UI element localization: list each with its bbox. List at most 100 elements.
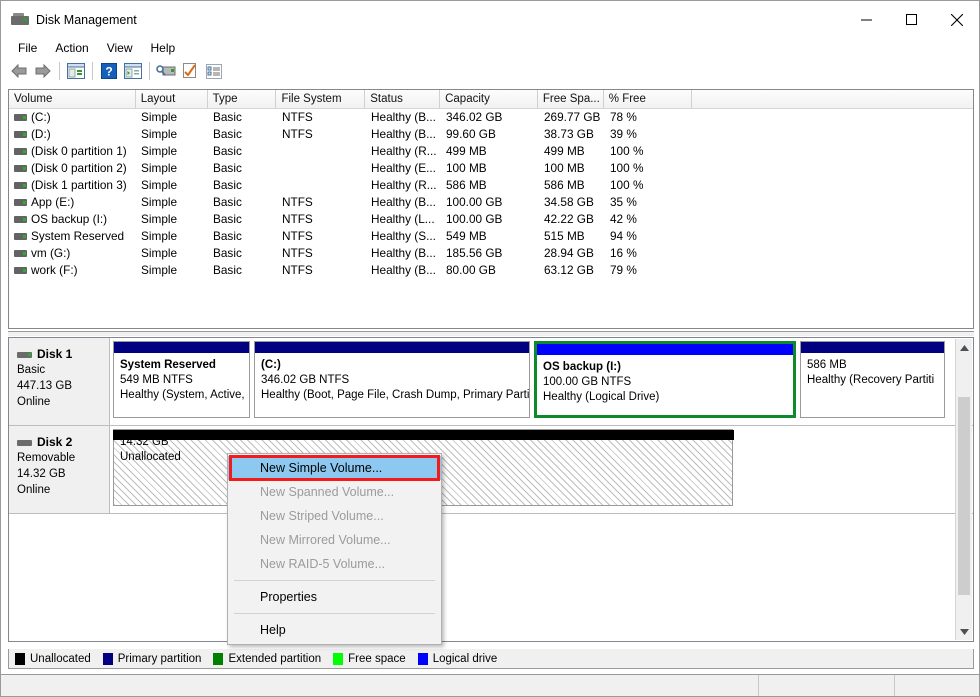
context-menu[interactable]: New Simple Volume...New Spanned Volume..…	[227, 453, 442, 645]
volume-label: App (E:)	[31, 195, 74, 209]
cell-fs: NTFS	[277, 245, 366, 262]
status-cell-3	[895, 675, 979, 696]
legend-label: Logical drive	[433, 653, 498, 665]
cell-type: Basic	[208, 109, 277, 126]
partition-status: Healthy (Recovery Partiti	[807, 373, 944, 388]
volume-list[interactable]: VolumeLayoutTypeFile SystemStatusCapacit…	[8, 89, 974, 329]
legend-item: Unallocated	[15, 653, 91, 665]
minimize-icon[interactable]	[844, 1, 889, 38]
partition-block[interactable]: (C:)346.02 GB NTFSHealthy (Boot, Page Fi…	[254, 341, 530, 418]
forward-icon[interactable]	[31, 59, 55, 83]
table-row[interactable]: OS backup (I:)SimpleBasicNTFSHealthy (L.…	[9, 211, 973, 228]
menu-item-view[interactable]: View	[98, 39, 142, 57]
graphical-disk-view: Disk 1Basic447.13 GBOnlineSystem Reserve…	[8, 337, 974, 642]
cell-status: Healthy (L...	[366, 211, 441, 228]
volume-drive-icon	[14, 250, 27, 257]
cell-capacity: 185.56 GB	[441, 245, 539, 262]
column-header-free-spa[interactable]: Free Spa...	[538, 90, 604, 108]
pane-splitter[interactable]	[8, 331, 974, 336]
partition-block[interactable]: 586 MBHealthy (Recovery Partiti	[800, 341, 945, 418]
cell-fs: NTFS	[277, 262, 366, 279]
cell-free: 269.77 GB	[539, 109, 605, 126]
toolbar-separator	[59, 62, 60, 80]
partition-size: 346.02 GB NTFS	[261, 373, 529, 388]
partition-block[interactable]: OS backup (I:)100.00 GB NTFSHealthy (Log…	[534, 341, 796, 418]
scroll-up-arrow-icon[interactable]	[956, 339, 972, 356]
disk-info-panel[interactable]: Disk 2Removable14.32 GBOnline	[9, 426, 110, 513]
menu-item-action[interactable]: Action	[46, 39, 97, 57]
show-action-pane-icon[interactable]	[121, 59, 145, 83]
table-row[interactable]: (Disk 0 partition 1)SimpleBasicHealthy (…	[9, 143, 973, 160]
table-row[interactable]: (D:)SimpleBasicNTFSHealthy (B...99.60 GB…	[9, 126, 973, 143]
partition-name: OS backup (I:)	[543, 360, 793, 375]
column-header-status[interactable]: Status	[365, 90, 440, 108]
rescan-disks-icon[interactable]	[154, 59, 178, 83]
properties-icon[interactable]	[202, 59, 226, 83]
cell-pctfree: 42 %	[605, 211, 693, 228]
cell-capacity: 549 MB	[441, 228, 539, 245]
partition-color-bar	[114, 342, 249, 353]
cell-type: Basic	[208, 160, 277, 177]
scroll-down-arrow-icon[interactable]	[956, 623, 972, 640]
table-row[interactable]: (Disk 1 partition 3)SimpleBasicHealthy (…	[9, 177, 973, 194]
partition-size: 100.00 GB NTFS	[543, 375, 793, 390]
partition-color-bar	[537, 344, 793, 355]
show-hide-console-tree-icon[interactable]	[64, 59, 88, 83]
cell-fs: NTFS	[277, 194, 366, 211]
status-bar	[1, 674, 979, 696]
column-header-layout[interactable]: Layout	[136, 90, 208, 108]
legend-item: Primary partition	[103, 653, 202, 665]
column-header-free[interactable]: % Free	[604, 90, 692, 108]
cell-type: Basic	[208, 262, 277, 279]
cell-status: Healthy (E...	[366, 160, 441, 177]
disk-kind: Removable	[17, 450, 109, 466]
cell-free: 34.58 GB	[539, 194, 605, 211]
column-header-type[interactable]: Type	[208, 90, 277, 108]
cell-capacity: 100 MB	[441, 160, 539, 177]
column-header-file-system[interactable]: File System	[276, 90, 365, 108]
partition-block[interactable]: System Reserved549 MB NTFSHealthy (Syste…	[113, 341, 250, 418]
cell-pctfree: 39 %	[605, 126, 693, 143]
legend-label: Free space	[348, 653, 406, 665]
cell-layout: Simple	[136, 228, 208, 245]
disk-info-panel[interactable]: Disk 1Basic447.13 GBOnline	[9, 338, 110, 425]
legend-item: Free space	[333, 653, 406, 665]
scrollbar-thumb[interactable]	[958, 397, 970, 595]
table-row[interactable]: (C:)SimpleBasicNTFSHealthy (B...346.02 G…	[9, 109, 973, 126]
back-icon[interactable]	[7, 59, 31, 83]
table-row[interactable]: vm (G:)SimpleBasicNTFSHealthy (B...185.5…	[9, 245, 973, 262]
close-icon[interactable]	[934, 1, 979, 38]
table-row[interactable]: System ReservedSimpleBasicNTFSHealthy (S…	[9, 228, 973, 245]
toolbar: ?	[1, 57, 979, 85]
cell-type: Basic	[208, 211, 277, 228]
column-header-volume[interactable]: Volume	[9, 90, 136, 108]
menu-item-help[interactable]: Help	[228, 618, 441, 642]
cell-layout: Simple	[136, 160, 208, 177]
table-row[interactable]: App (E:)SimpleBasicNTFSHealthy (B...100.…	[9, 194, 973, 211]
menu-item-new-raid-5-volume: New RAID-5 Volume...	[228, 552, 441, 576]
maximize-icon[interactable]	[889, 1, 934, 38]
cell-fs: NTFS	[277, 126, 366, 143]
toolbar-separator	[149, 62, 150, 80]
menu-item-file[interactable]: File	[9, 39, 46, 57]
disk-size: 447.13 GB	[17, 378, 109, 394]
column-header-capacity[interactable]: Capacity	[440, 90, 538, 108]
table-row[interactable]: (Disk 0 partition 2)SimpleBasicHealthy (…	[9, 160, 973, 177]
cell-capacity: 346.02 GB	[441, 109, 539, 126]
cell-free: 63.12 GB	[539, 262, 605, 279]
cell-status: Healthy (S...	[366, 228, 441, 245]
table-row[interactable]: work (F:)SimpleBasicNTFSHealthy (B...80.…	[9, 262, 973, 279]
graphical-view-scrollbar[interactable]	[955, 339, 972, 640]
svg-text:?: ?	[105, 65, 112, 79]
menu-item-new-simple-volume[interactable]: New Simple Volume...	[228, 456, 441, 480]
refresh-icon[interactable]	[178, 59, 202, 83]
window-controls	[844, 1, 979, 38]
menu-item-help[interactable]: Help	[142, 39, 185, 57]
column-header-filler	[692, 90, 973, 108]
cell-pctfree: 79 %	[605, 262, 693, 279]
menu-item-properties[interactable]: Properties	[228, 585, 441, 609]
menu-bar: File Action View Help	[1, 38, 979, 57]
cell-layout: Simple	[136, 262, 208, 279]
cell-capacity: 99.60 GB	[441, 126, 539, 143]
help-icon[interactable]: ?	[97, 59, 121, 83]
